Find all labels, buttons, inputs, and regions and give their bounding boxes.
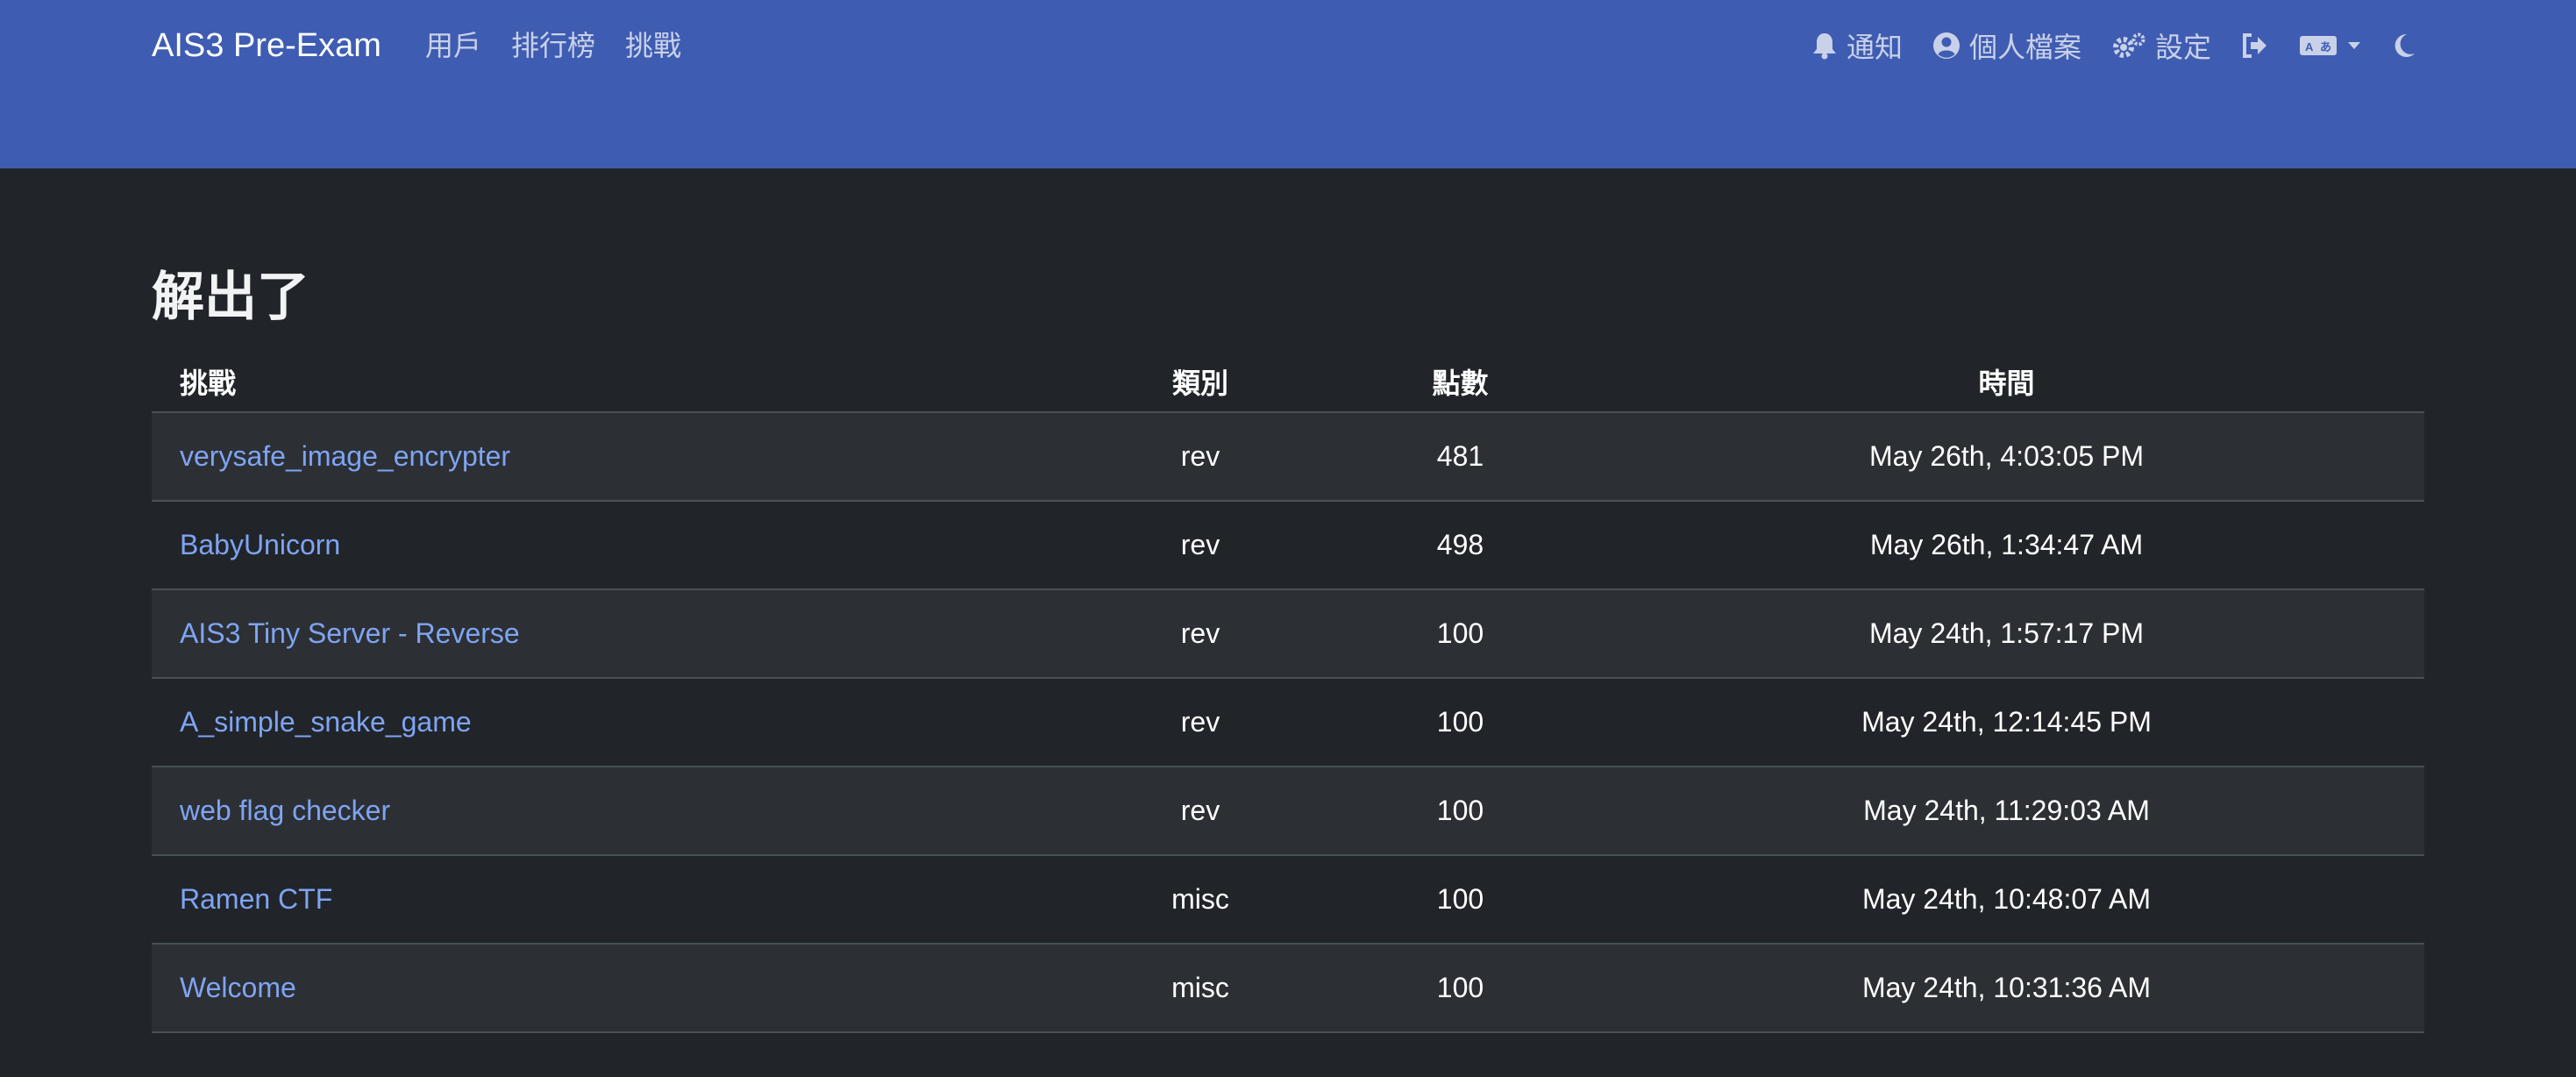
navbar: AIS3 Pre-Exam 用戶 排行榜 挑戰 通知 個人檔案 設定 A あ	[0, 0, 2576, 168]
points-cell: 100	[1436, 617, 1484, 649]
table-header-row: 挑戰 類別 點數 時間	[152, 351, 2424, 413]
nav-users[interactable]: 用戶	[425, 23, 481, 68]
nav-notifications[interactable]: 通知	[1811, 25, 1903, 66]
points-cell: 100	[1436, 883, 1484, 915]
header-time: 時間	[1589, 351, 2424, 413]
logout-icon	[2241, 32, 2269, 59]
moon-icon	[2392, 32, 2416, 59]
table-row: Ramen CTF misc 100 May 24th, 10:48:07 AM	[152, 855, 2424, 944]
nav-challenges[interactable]: 挑戰	[625, 23, 681, 68]
challenge-link[interactable]: BabyUnicorn	[180, 529, 340, 560]
category-cell: rev	[1180, 529, 1220, 560]
bell-icon	[1811, 32, 1838, 60]
solves-table: 挑戰 類別 點數 時間 verysafe_image_encrypter rev…	[152, 351, 2424, 1033]
nav-settings-label: 設定	[2154, 32, 2211, 63]
table-row: web flag checker rev 100 May 24th, 11:29…	[152, 767, 2424, 855]
nav-profile-label: 個人檔案	[1968, 32, 2081, 63]
nav-settings[interactable]: 設定	[2111, 25, 2211, 66]
nav-left: 用戶 排行榜 挑戰	[425, 23, 681, 68]
category-cell: misc	[1171, 972, 1229, 1003]
table-row: BabyUnicorn rev 498 May 26th, 1:34:47 AM	[152, 501, 2424, 589]
points-cell: 498	[1436, 529, 1484, 560]
points-cell: 481	[1436, 440, 1484, 472]
svg-text:あ: あ	[2320, 40, 2331, 53]
nav-notifications-label: 通知	[1846, 32, 1903, 63]
challenge-link[interactable]: A_simple_snake_game	[180, 706, 472, 738]
time-cell: May 26th, 4:03:05 PM	[1868, 440, 2145, 472]
chevron-down-icon	[2346, 40, 2362, 51]
brand-link[interactable]: AIS3 Pre-Exam	[152, 23, 381, 68]
category-cell: rev	[1180, 440, 1220, 472]
points-cell: 100	[1436, 972, 1484, 1003]
nav-profile[interactable]: 個人檔案	[1932, 25, 2081, 66]
table-row: AIS3 Tiny Server - Reverse rev 100 May 2…	[152, 589, 2424, 678]
category-cell: rev	[1180, 617, 1220, 649]
time-cell: May 24th, 10:48:07 AM	[1861, 883, 2152, 915]
nav-logout[interactable]	[2241, 32, 2269, 59]
nav-scoreboard[interactable]: 排行榜	[511, 23, 595, 68]
svg-text:A: A	[2305, 40, 2314, 53]
table-row: verysafe_image_encrypter rev 481 May 26t…	[152, 412, 2424, 501]
gears-icon	[2111, 32, 2146, 60]
user-circle-icon	[1932, 32, 1960, 60]
challenge-link[interactable]: verysafe_image_encrypter	[180, 440, 510, 472]
table-row: Welcome misc 100 May 24th, 10:31:36 AM	[152, 944, 2424, 1032]
table-row: A_simple_snake_game rev 100 May 24th, 12…	[152, 678, 2424, 767]
header-category: 類別	[1069, 351, 1332, 413]
time-cell: May 24th, 12:14:45 PM	[1861, 706, 2152, 738]
nav-theme-toggle[interactable]	[2392, 32, 2416, 59]
challenge-link[interactable]: web flag checker	[180, 795, 390, 826]
challenge-link[interactable]: Welcome	[180, 972, 296, 1003]
header-points: 點數	[1332, 351, 1589, 413]
language-icon: A あ	[2299, 33, 2338, 58]
challenge-link[interactable]: AIS3 Tiny Server - Reverse	[180, 617, 520, 649]
header-challenge: 挑戰	[152, 351, 1069, 413]
time-cell: May 26th, 1:34:47 AM	[1869, 529, 2144, 560]
time-cell: May 24th, 10:31:36 AM	[1861, 972, 2152, 1003]
nav-language[interactable]: A あ	[2299, 33, 2362, 58]
challenge-link[interactable]: Ramen CTF	[180, 883, 332, 915]
points-cell: 100	[1436, 795, 1484, 826]
time-cell: May 24th, 1:57:17 PM	[1868, 617, 2145, 649]
category-cell: misc	[1171, 883, 1229, 915]
time-cell: May 24th, 11:29:03 AM	[1863, 795, 2150, 826]
category-cell: rev	[1180, 706, 1220, 738]
nav-right: 通知 個人檔案 設定 A あ	[1811, 23, 2416, 68]
category-cell: rev	[1180, 795, 1220, 826]
points-cell: 100	[1436, 706, 1484, 738]
page-title: 解出了	[152, 267, 310, 326]
